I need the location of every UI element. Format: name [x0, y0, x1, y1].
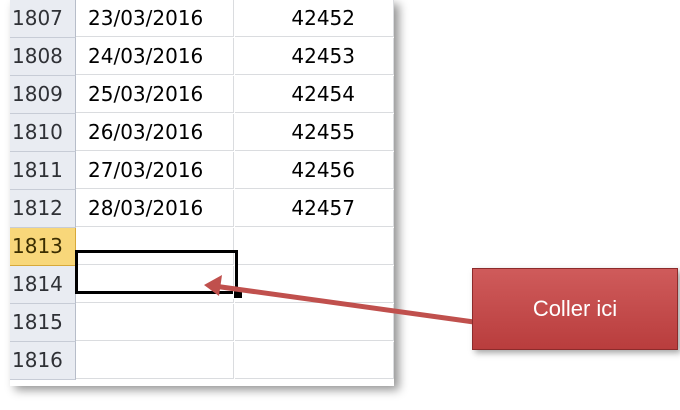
cell-date[interactable]: 26/03/2016 — [76, 114, 234, 151]
row-header-1816[interactable]: 1816 — [10, 342, 76, 380]
cell-date[interactable]: 24/03/2016 — [76, 38, 234, 75]
cell-serial[interactable]: 42457 — [235, 190, 394, 227]
paste-here-callout: Coller ici — [472, 268, 678, 350]
table-row: 1813 — [10, 228, 394, 266]
table-row: 1808 24/03/2016 42453 — [10, 38, 394, 76]
cell-serial[interactable]: 42453 — [235, 38, 394, 75]
cell-serial[interactable]: 42456 — [235, 152, 394, 189]
cell-date[interactable] — [76, 266, 234, 303]
callout-label: Coller ici — [532, 296, 618, 321]
row-header-1815[interactable]: 1815 — [10, 304, 76, 342]
table-row: 1815 — [10, 304, 394, 342]
row-header-1811[interactable]: 1811 — [10, 152, 76, 190]
cell-serial[interactable]: 42452 — [235, 0, 394, 37]
table-row: 1812 28/03/2016 42457 — [10, 190, 394, 228]
table-row: 1816 — [10, 342, 394, 380]
fill-handle[interactable] — [233, 289, 243, 299]
cell-date[interactable] — [76, 342, 234, 379]
cell-date[interactable]: 27/03/2016 — [76, 152, 234, 189]
cell-date[interactable]: 28/03/2016 — [76, 190, 234, 227]
screenshot-stage: 1807 23/03/2016 42452 1808 24/03/2016 42… — [0, 0, 680, 410]
row-header-1814[interactable]: 1814 — [10, 266, 76, 304]
table-row: 1809 25/03/2016 42454 — [10, 76, 394, 114]
cell-serial[interactable]: 42454 — [235, 76, 394, 113]
row-header-1807[interactable]: 1807 — [10, 0, 76, 38]
cell-serial[interactable]: 42455 — [235, 114, 394, 151]
row-header-1810[interactable]: 1810 — [10, 114, 76, 152]
row-header-1808[interactable]: 1808 — [10, 38, 76, 76]
cell-date[interactable]: 23/03/2016 — [76, 0, 234, 37]
table-row: 1814 — [10, 266, 394, 304]
row-header-1813-active[interactable]: 1813 — [10, 228, 76, 266]
cell-serial[interactable] — [235, 304, 394, 341]
row-header-1812[interactable]: 1812 — [10, 190, 76, 228]
cell-date-selected[interactable] — [76, 228, 234, 265]
table-row: 1807 23/03/2016 42452 — [10, 0, 394, 38]
table-row: 1811 27/03/2016 42456 — [10, 152, 394, 190]
table-row: 1810 26/03/2016 42455 — [10, 114, 394, 152]
cell-date[interactable] — [76, 304, 234, 341]
spreadsheet-grid: 1807 23/03/2016 42452 1808 24/03/2016 42… — [10, 0, 394, 386]
cell-date[interactable]: 25/03/2016 — [76, 76, 234, 113]
cell-serial[interactable] — [235, 266, 394, 303]
cell-serial[interactable] — [235, 342, 394, 379]
cell-serial[interactable] — [235, 228, 394, 265]
row-header-1809[interactable]: 1809 — [10, 76, 76, 114]
